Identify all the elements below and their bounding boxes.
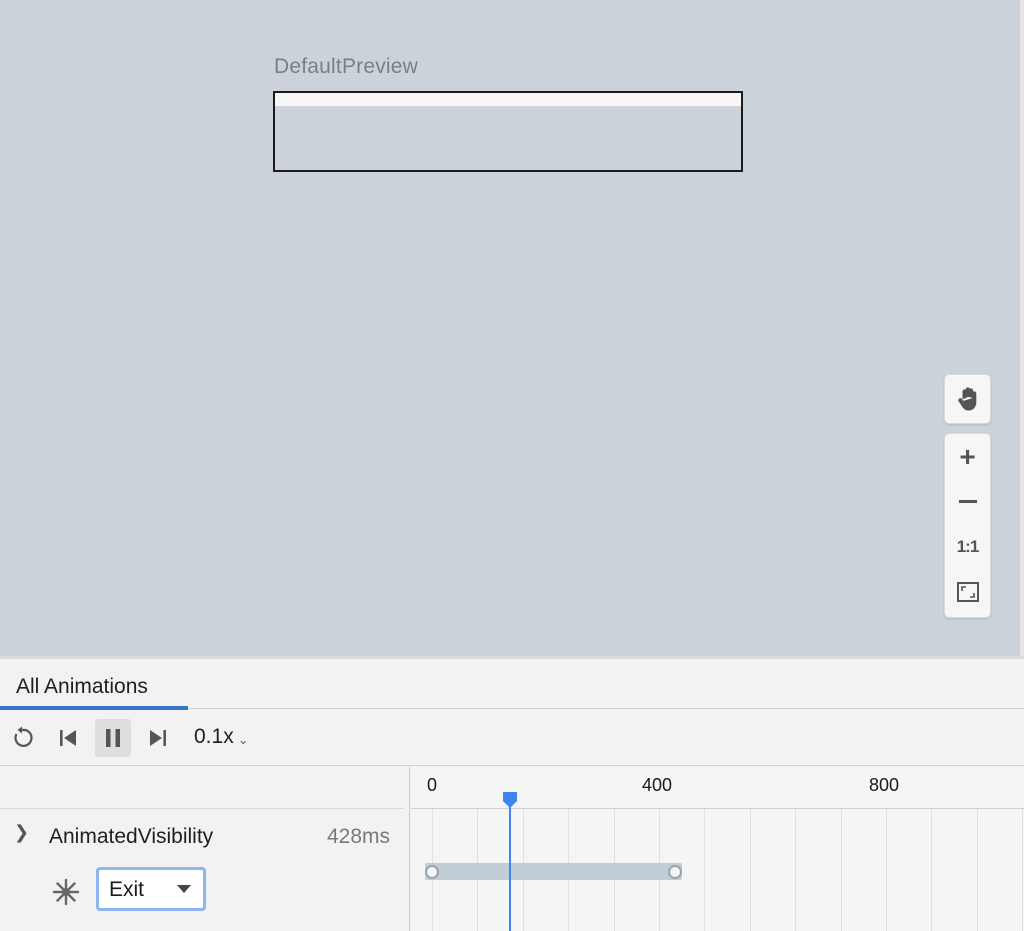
timeline-grid-line <box>931 809 933 931</box>
preview-frame[interactable] <box>273 91 743 172</box>
playback-toolbar: 0.1x ⌄ <box>0 710 1024 766</box>
tab-all-animations[interactable]: All Animations <box>0 659 188 710</box>
animation-timeline-bar[interactable] <box>425 863 682 880</box>
timeline-grid-line <box>976 809 978 931</box>
playhead-line <box>508 801 511 931</box>
pause-button[interactable] <box>95 719 131 757</box>
timeline-grid-line <box>749 809 751 931</box>
pan-button[interactable] <box>945 375 990 423</box>
timeline-tick-label: 800 <box>869 775 900 795</box>
playhead-handle[interactable] <box>501 791 519 809</box>
animation-duration: 428ms <box>326 825 390 848</box>
speed-value: 0.1x <box>194 725 234 748</box>
timeline-grid-line <box>840 809 842 931</box>
actual-size-label: 1:1 <box>956 536 980 556</box>
state-select[interactable]: Exit <box>96 867 206 911</box>
canvas-scroll-edge <box>1020 0 1024 656</box>
list-header <box>0 767 404 809</box>
timeline-grid-line <box>1022 809 1024 931</box>
timeline-grid-line <box>704 809 706 931</box>
speed-dropdown[interactable]: 0.1x ⌄ <box>194 725 249 749</box>
design-canvas: DefaultPreview + 1:1 <box>0 0 1020 656</box>
hand-icon <box>957 387 976 411</box>
minus-icon <box>958 500 977 503</box>
chevron-down-icon: ⌄ <box>237 731 249 747</box>
skip-to-start-icon <box>60 730 76 746</box>
timeline-grid-line <box>886 809 887 931</box>
timeline-tick-label: 400 <box>642 775 673 795</box>
timeline[interactable]: 0 400 800 <box>411 767 1024 931</box>
animation-inspector: All Animations 0.1x ⌄ ❯ AnimatedVisibili… <box>0 656 1024 931</box>
chevron-right-icon[interactable]: ❯ <box>14 822 29 843</box>
zoom-out-button[interactable] <box>945 479 990 524</box>
replay-button[interactable] <box>4 719 40 757</box>
timeline-grid-line <box>795 809 797 931</box>
state-value: Exit <box>109 878 145 901</box>
skip-to-end-icon <box>150 730 166 746</box>
dropdown-arrow-icon <box>177 885 191 893</box>
bar-start-handle[interactable] <box>425 865 439 879</box>
zoom-in-button[interactable]: + <box>945 434 990 479</box>
zoom-tool-group: + 1:1 <box>944 433 991 618</box>
skip-to-start-button[interactable] <box>50 719 86 757</box>
pan-tool-group <box>944 374 991 424</box>
bar-end-handle[interactable] <box>667 865 682 879</box>
preview-status-strip <box>275 93 741 107</box>
animation-name: AnimatedVisibility <box>49 825 214 848</box>
timeline-tick-label: 0 <box>427 775 438 795</box>
plus-icon: + <box>959 440 976 472</box>
pause-icon <box>106 729 120 747</box>
tab-bar: All Animations <box>0 659 1024 710</box>
fit-screen-icon <box>956 581 979 602</box>
replay-icon <box>14 726 33 747</box>
skip-to-end-button[interactable] <box>140 719 176 757</box>
freeze-icon[interactable] <box>52 878 80 906</box>
actual-size-button[interactable]: 1:1 <box>945 524 990 569</box>
fit-screen-button[interactable] <box>945 569 990 614</box>
preview-label: DefaultPreview <box>274 55 419 78</box>
animation-list: ❯ AnimatedVisibility 428ms Exit <box>0 767 410 931</box>
animation-row[interactable]: ❯ AnimatedVisibility 428ms <box>0 819 404 859</box>
